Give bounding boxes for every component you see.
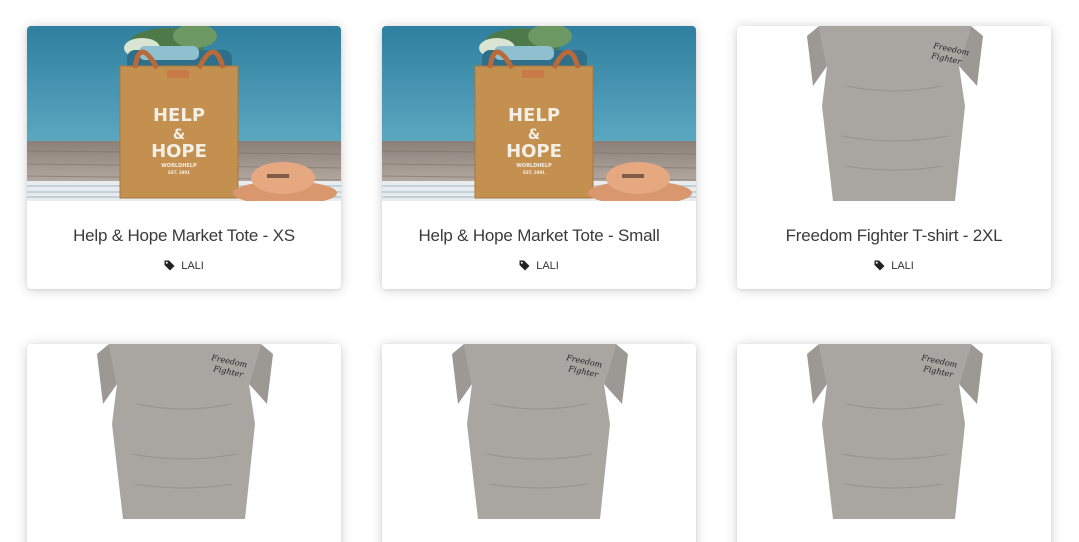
product-vendor[interactable]: LALI xyxy=(382,259,696,273)
svg-text:EST. 1991: EST. 1991 xyxy=(168,170,190,175)
product-card[interactable]: HELP & HOPE WORLDHELP EST. 1991 Help & H… xyxy=(27,26,341,289)
product-card[interactable]: Freedom Fighter Freedom Fighter T-shirt … xyxy=(737,26,1051,289)
product-card[interactable]: Freedom Fighter xyxy=(27,344,341,542)
tshirt-photo: Freedom Fighter xyxy=(382,344,696,519)
svg-text:HELP: HELP xyxy=(508,105,560,126)
svg-text:HELP: HELP xyxy=(153,105,205,126)
tote-bag-photo: HELP & HOPE WORLDHELP EST. 1991 xyxy=(27,26,341,201)
svg-text:HOPE: HOPE xyxy=(151,141,207,162)
tshirt-photo: Freedom Fighter xyxy=(737,26,1051,201)
svg-text:WORLDHELP: WORLDHELP xyxy=(161,163,197,169)
product-card[interactable]: Freedom Fighter xyxy=(382,344,696,542)
svg-text:HOPE: HOPE xyxy=(506,141,562,162)
product-card[interactable]: Freedom Fighter xyxy=(737,344,1051,542)
product-image[interactable]: Freedom Fighter xyxy=(737,26,1051,201)
tshirt-photo: Freedom Fighter xyxy=(27,344,341,519)
product-title[interactable]: Help & Hope Market Tote - Small xyxy=(382,226,696,246)
svg-text:WORLDHELP: WORLDHELP xyxy=(516,163,552,169)
tshirt-photo: Freedom Fighter xyxy=(737,344,1051,519)
product-image[interactable]: HELP & HOPE WORLDHELP EST. 1991 xyxy=(382,26,696,201)
product-title[interactable]: Freedom Fighter T-shirt - 2XL xyxy=(737,226,1051,246)
vendor-label: LALI xyxy=(181,260,204,272)
tag-icon xyxy=(874,260,885,271)
product-vendor[interactable]: LALI xyxy=(27,259,341,273)
tag-icon xyxy=(519,260,530,271)
product-image[interactable]: HELP & HOPE WORLDHELP EST. 1991 xyxy=(27,26,341,201)
product-title[interactable]: Help & Hope Market Tote - XS xyxy=(27,226,341,246)
product-card[interactable]: HELP & HOPE WORLDHELP EST. 1991 Help & H… xyxy=(382,26,696,289)
tag-icon xyxy=(164,260,175,271)
tote-bag-photo: HELP & HOPE WORLDHELP EST. 1991 xyxy=(382,26,696,201)
product-image[interactable]: Freedom Fighter xyxy=(737,344,1051,519)
product-image[interactable]: Freedom Fighter xyxy=(382,344,696,519)
product-image[interactable]: Freedom Fighter xyxy=(27,344,341,519)
product-vendor[interactable]: LALI xyxy=(737,259,1051,273)
svg-text:EST. 1991: EST. 1991 xyxy=(523,170,545,175)
product-grid: HELP & HOPE WORLDHELP EST. 1991 Help & H… xyxy=(0,0,1079,542)
vendor-label: LALI xyxy=(891,260,914,272)
vendor-label: LALI xyxy=(536,260,559,272)
